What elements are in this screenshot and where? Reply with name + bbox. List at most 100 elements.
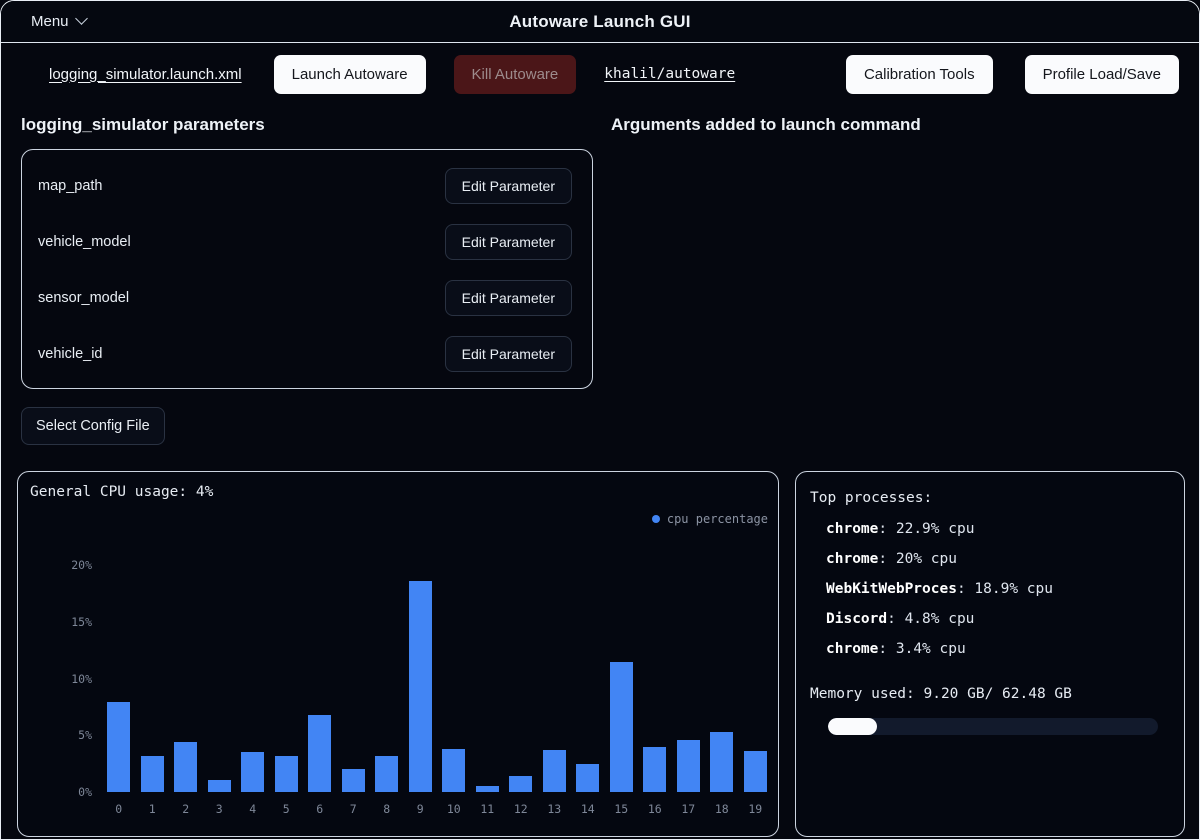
process-name: Discord xyxy=(826,611,887,627)
x-axis-tick: 6 xyxy=(303,802,337,816)
parameter-name: sensor_model xyxy=(38,290,129,306)
chart-bar-slot xyxy=(638,548,672,792)
chart-bar-slot xyxy=(102,548,136,792)
memory-progress-fill xyxy=(828,718,877,735)
top-processes-header: Top processes: xyxy=(810,490,1170,506)
chart-bar-slot xyxy=(270,548,304,792)
chart-bar[interactable] xyxy=(476,786,499,792)
chart-bar-slot xyxy=(136,548,170,792)
chart-bar-slot xyxy=(337,548,371,792)
chart-bar[interactable] xyxy=(442,749,465,792)
x-axis-tick: 8 xyxy=(370,802,404,816)
chart-bars xyxy=(102,548,772,792)
process-separator: : xyxy=(878,521,895,537)
process-name: chrome xyxy=(826,521,878,537)
chart-bar[interactable] xyxy=(342,769,365,792)
chart-bar[interactable] xyxy=(710,732,733,792)
chart-bar[interactable] xyxy=(107,702,130,792)
chart-bar-slot xyxy=(571,548,605,792)
chart-bar[interactable] xyxy=(241,752,264,792)
x-axis-tick: 19 xyxy=(739,802,773,816)
calibration-tools-button[interactable]: Calibration Tools xyxy=(846,55,993,94)
chart-bar[interactable] xyxy=(208,780,231,792)
chart-bar-slot xyxy=(538,548,572,792)
parameter-row: Edit Parameter xyxy=(22,382,592,388)
app-window: Menu Autoware Launch GUI logging_simulat… xyxy=(0,0,1200,840)
edit-parameter-button[interactable]: Edit Parameter xyxy=(445,336,572,372)
process-cpu-value: 22.9% cpu xyxy=(896,521,975,537)
chart-bar[interactable] xyxy=(409,581,432,792)
process-row: chrome: 22.9% cpu xyxy=(810,514,1170,544)
chart-bar-slot xyxy=(672,548,706,792)
parameters-section-title: logging_simulator parameters xyxy=(21,115,611,135)
chart-bar[interactable] xyxy=(543,750,566,792)
parameter-row: vehicle_id Edit Parameter xyxy=(22,326,592,382)
memory-used-label: Memory used: 9.20 GB/ 62.48 GB xyxy=(810,686,1170,702)
chart-bar-slot xyxy=(236,548,270,792)
launch-autoware-button[interactable]: Launch Autoware xyxy=(274,55,426,94)
x-axis-tick: 9 xyxy=(404,802,438,816)
chart-bar[interactable] xyxy=(141,756,164,792)
process-row: WebKitWebProces: 18.9% cpu xyxy=(810,574,1170,604)
process-cpu-value: 4.8% cpu xyxy=(905,611,975,627)
x-axis-tick: 11 xyxy=(471,802,505,816)
arguments-section-title: Arguments added to launch command xyxy=(611,115,921,135)
edit-parameter-button[interactable]: Edit Parameter xyxy=(445,280,572,316)
x-axis-tick: 4 xyxy=(236,802,270,816)
chart-bar[interactable] xyxy=(744,751,767,792)
edit-parameter-button[interactable]: Edit Parameter xyxy=(445,224,572,260)
x-axis-tick: 16 xyxy=(638,802,672,816)
x-axis-tick: 7 xyxy=(337,802,371,816)
chart-bar[interactable] xyxy=(308,715,331,792)
y-axis-tick: 15% xyxy=(71,615,92,629)
edit-parameter-button[interactable]: Edit Parameter xyxy=(445,168,572,204)
y-axis-tick: 10% xyxy=(71,672,92,686)
process-separator: : xyxy=(878,551,895,567)
process-list: chrome: 22.9% cpuchrome: 20% cpuWebKitWe… xyxy=(810,514,1170,664)
cpu-bar-chart: 0%5%10%15%20% 01234567891011121314151617… xyxy=(18,472,780,838)
process-name: chrome xyxy=(826,551,878,567)
title-bar: Menu Autoware Launch GUI xyxy=(1,1,1199,43)
chart-bar[interactable] xyxy=(576,764,599,792)
launch-file-link[interactable]: logging_simulator.launch.xml xyxy=(49,66,242,83)
chart-bar-slot xyxy=(370,548,404,792)
chart-bar-slot xyxy=(437,548,471,792)
chart-bar-slot xyxy=(471,548,505,792)
chart-bar[interactable] xyxy=(643,747,666,792)
chart-bar[interactable] xyxy=(509,776,532,792)
chart-bar[interactable] xyxy=(677,740,700,792)
y-axis-tick: 0% xyxy=(78,785,92,799)
parameters-panel: map_path Edit Parameter vehicle_model Edit … xyxy=(21,149,593,389)
x-axis-tick: 10 xyxy=(437,802,471,816)
chart-bar[interactable] xyxy=(174,742,197,792)
parameters-scroll-area[interactable]: map_path Edit Parameter vehicle_model Edit … xyxy=(22,150,592,388)
parameter-name: vehicle_model xyxy=(38,234,131,250)
kill-autoware-button[interactable]: Kill Autoware xyxy=(454,55,577,94)
parameter-row: map_path Edit Parameter xyxy=(22,158,592,214)
chart-bar-slot xyxy=(169,548,203,792)
x-axis-tick: 5 xyxy=(270,802,304,816)
process-row: chrome: 20% cpu xyxy=(810,544,1170,574)
chart-bar-slot xyxy=(203,548,237,792)
parameter-name: map_path xyxy=(38,178,103,194)
y-axis: 0%5%10%15%20% xyxy=(54,472,92,838)
chart-bar[interactable] xyxy=(275,756,298,792)
chart-bar[interactable] xyxy=(375,756,398,792)
section-headings: logging_simulator parameters Arguments a… xyxy=(1,115,1199,135)
select-config-file-button[interactable]: Select Config File xyxy=(21,407,165,445)
x-axis-tick: 15 xyxy=(605,802,639,816)
x-axis-tick: 18 xyxy=(705,802,739,816)
process-cpu-value: 3.4% cpu xyxy=(896,641,966,657)
x-axis-tick: 1 xyxy=(136,802,170,816)
parameter-name: vehicle_id xyxy=(38,346,103,362)
process-row: Discord: 4.8% cpu xyxy=(810,604,1170,634)
repository-link[interactable]: khalil/autoware xyxy=(604,66,735,82)
menu-button[interactable]: Menu xyxy=(31,13,86,30)
x-axis-tick: 2 xyxy=(169,802,203,816)
profile-load-save-button[interactable]: Profile Load/Save xyxy=(1025,55,1179,94)
parameter-row: sensor_model Edit Parameter xyxy=(22,270,592,326)
y-axis-tick: 5% xyxy=(78,728,92,742)
menu-label: Menu xyxy=(31,13,69,30)
process-separator: : xyxy=(957,581,974,597)
chart-bar[interactable] xyxy=(610,662,633,793)
